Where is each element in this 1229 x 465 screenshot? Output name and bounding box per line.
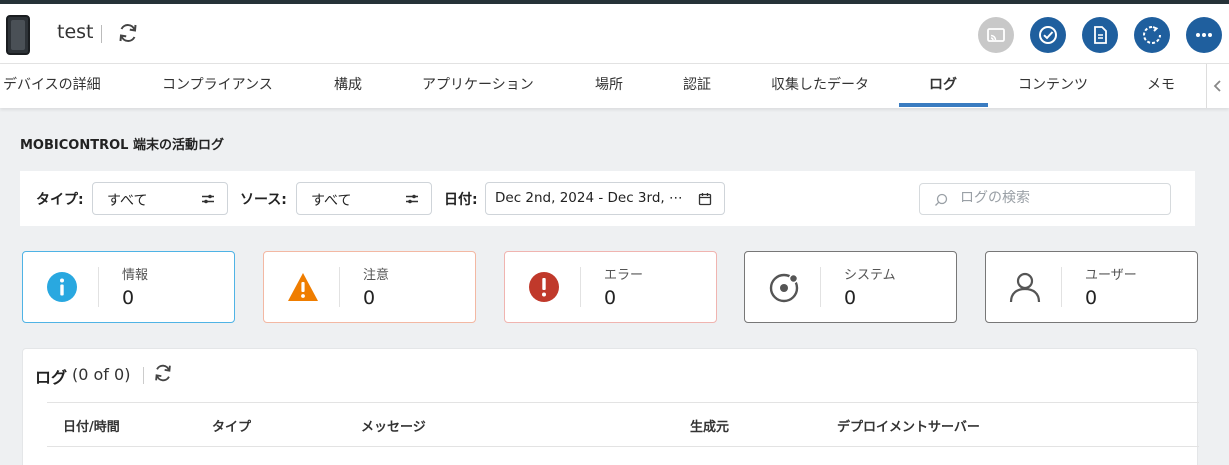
column-header-message[interactable]: メッセージ [361, 416, 426, 435]
column-header-datetime[interactable]: 日付/時間 [63, 416, 120, 435]
calendar-icon [698, 193, 712, 206]
date-range-value: Dec 2nd, 2024 - Dec 3rd, ⋯ [495, 190, 683, 206]
divider [339, 267, 340, 307]
info-icon [47, 272, 77, 302]
tab-authentication[interactable]: 認証 [683, 64, 711, 108]
type-filter-label: タイプ: [36, 192, 84, 208]
active-tab-indicator [899, 103, 988, 107]
date-range-picker[interactable]: Dec 2nd, 2024 - Dec 3rd, ⋯ [485, 182, 725, 215]
sliders-icon [406, 194, 418, 204]
tab-device-details[interactable]: デバイスの詳細 [3, 64, 101, 108]
divider [143, 367, 144, 384]
remote-control-button[interactable] [978, 17, 1014, 53]
tab-collected-data[interactable]: 収集したデータ [771, 64, 869, 108]
refresh-device-button[interactable] [116, 21, 140, 45]
log-table-title: ログ [35, 368, 68, 387]
check-circle-icon [1039, 26, 1057, 44]
tab-scroll-left-button[interactable] [1206, 64, 1229, 108]
divider [101, 25, 102, 43]
warning-summary-card[interactable]: 注意 0 [263, 251, 476, 323]
error-label: エラー [604, 268, 644, 283]
info-summary-card[interactable]: 情報 0 [22, 251, 235, 323]
more-actions-button[interactable] [1186, 17, 1222, 53]
system-label: システム [844, 268, 896, 283]
more-dots-icon [1196, 33, 1212, 37]
log-search-input[interactable] [960, 190, 1160, 206]
divider [580, 267, 581, 307]
user-summary-card[interactable]: ユーザー 0 [985, 251, 1198, 323]
phone-device-icon [6, 15, 30, 55]
tab-notes[interactable]: メモ [1147, 64, 1175, 108]
document-icon [1094, 26, 1107, 44]
log-table-panel: ログ (0 of 0) 日付/時間 タイプ メッセージ 生成元 デプロイメントサ… [22, 348, 1199, 465]
refresh-logs-button[interactable] [152, 362, 174, 384]
system-icon [769, 273, 799, 303]
warning-icon [288, 273, 318, 301]
tab-content[interactable]: コンテンツ [1018, 64, 1088, 108]
source-filter-label: ソース: [240, 192, 287, 208]
log-table-header: 日付/時間 タイプ メッセージ 生成元 デプロイメントサーバー [47, 402, 1199, 447]
error-count: 0 [604, 287, 617, 309]
tab-compliance[interactable]: コンプライアンス [162, 64, 273, 108]
refresh-icon [119, 24, 137, 42]
log-count: (0 of 0) [72, 365, 131, 384]
device-name: test [57, 21, 94, 43]
error-icon [529, 272, 559, 302]
chevron-left-icon [1213, 80, 1221, 92]
column-header-deployment-server[interactable]: デプロイメントサーバー [837, 416, 980, 435]
warning-label: 注意 [363, 268, 390, 283]
search-icon [935, 193, 948, 206]
divider [1061, 267, 1062, 307]
column-header-type[interactable]: タイプ [212, 416, 251, 435]
column-header-source[interactable]: 生成元 [690, 416, 729, 435]
refresh-icon [155, 364, 171, 382]
date-filter-label: 日付: [444, 192, 478, 208]
user-icon [1009, 272, 1041, 303]
divider [98, 267, 99, 307]
source-filter-select[interactable]: すべて [296, 182, 432, 215]
log-search-box[interactable] [919, 183, 1171, 215]
tab-applications[interactable]: アプリケーション [422, 64, 534, 108]
device-header: test [0, 4, 1229, 64]
source-filter-value: すべて [311, 193, 352, 209]
page-title: MOBICONTROL 端末の活動ログ [20, 138, 224, 153]
type-filter-select[interactable]: すべて [92, 182, 228, 215]
sliders-icon [202, 194, 214, 204]
type-filter-value: すべて [107, 193, 148, 209]
filter-bar: タイプ: すべて ソース: すべて 日付: Dec 2nd, 2024 - De… [20, 171, 1195, 226]
system-count: 0 [844, 287, 857, 309]
tab-configuration[interactable]: 構成 [334, 64, 362, 108]
user-label: ユーザー [1085, 268, 1137, 283]
compliance-check-button[interactable] [1030, 17, 1066, 53]
user-count: 0 [1085, 287, 1098, 309]
sync-icon [1143, 26, 1161, 44]
device-tabs: デバイスの詳細 コンプライアンス 構成 アプリケーション 場所 認証 収集したデ… [0, 64, 1229, 108]
info-label: 情報 [122, 268, 149, 283]
info-count: 0 [122, 287, 135, 309]
tab-logs[interactable]: ログ [929, 64, 957, 108]
system-summary-card[interactable]: システム 0 [744, 251, 957, 323]
tab-location[interactable]: 場所 [595, 64, 623, 108]
cast-icon [987, 28, 1005, 42]
error-summary-card[interactable]: エラー 0 [504, 251, 717, 323]
sync-button[interactable] [1134, 17, 1170, 53]
warning-count: 0 [363, 287, 376, 309]
divider [820, 267, 821, 307]
document-button[interactable] [1082, 17, 1118, 53]
